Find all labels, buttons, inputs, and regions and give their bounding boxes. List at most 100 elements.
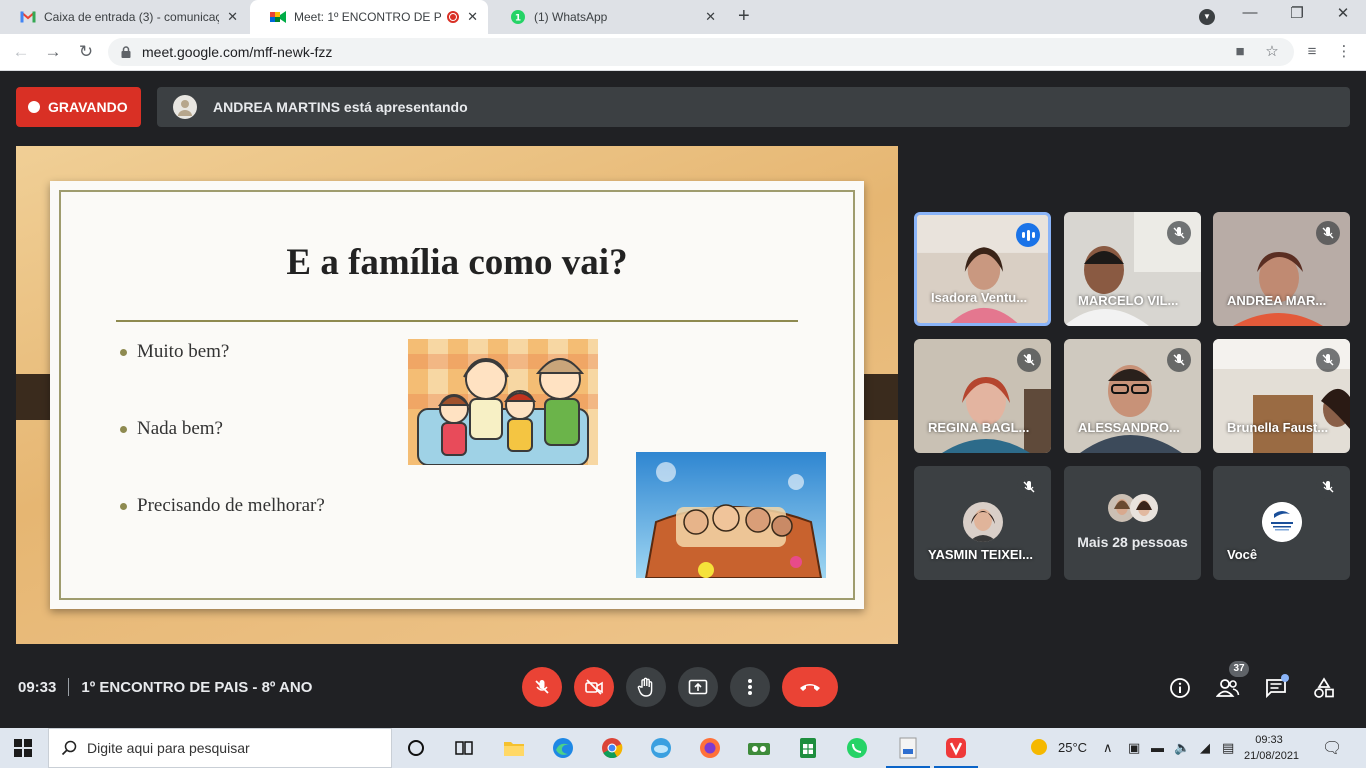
slide-bullet: Precisando de melhorar? [120,495,325,517]
windows-start-icon[interactable] [14,739,32,757]
participant-tile[interactable]: ALESSANDRO... [1064,339,1201,453]
minimize-icon[interactable]: — [1238,4,1262,21]
weather-temperature[interactable]: 25°C [1058,740,1087,755]
forward-icon[interactable]: → [42,41,64,63]
mic-off-icon [1316,221,1340,245]
leave-call-button[interactable] [782,667,838,707]
activities-button[interactable] [1312,676,1336,700]
participant-name: YASMIN TEIXEI... [928,547,1033,562]
sheets-icon[interactable] [796,736,820,760]
reload-icon[interactable]: ↻ [75,41,97,63]
browser-tab-strip: Caixa de entrada (3) - comunicação ✕ Mee… [0,0,1366,34]
unread-chat-dot [1281,674,1289,682]
new-tab-icon[interactable]: + [738,5,750,28]
meeting-time: 09:33 [18,678,57,696]
search-icon [61,740,77,756]
cortana-icon[interactable] [404,736,428,760]
camera-toggle-button[interactable] [574,667,614,707]
tab-title: Caixa de entrada (3) - comunicação [44,10,220,24]
system-clock[interactable]: 09:33 21/08/2021 [1244,732,1299,764]
slide-bullet: Nada bem? [120,418,223,440]
present-screen-icon [688,679,708,695]
close-tab-icon[interactable]: ✕ [705,9,716,25]
participant-name: Você [1227,547,1258,562]
meeting-info: 09:33 1º ENCONTRO DE PAIS - 8º ANO [18,678,312,696]
file-explorer-icon[interactable] [502,736,526,760]
participant-avatar [962,502,1003,542]
weather-sun-icon[interactable] [1030,738,1048,759]
tab-meet[interactable]: Meet: 1º ENCONTRO DE PAIS ✕ [250,0,488,34]
participant-tile[interactable]: ANDREA MAR... [1213,212,1350,326]
recording-badge[interactable]: GRAVANDO [16,87,141,127]
recording-dot-icon [28,101,40,113]
bookmark-star-icon[interactable]: ☆ [1263,43,1281,61]
firefox-icon[interactable] [698,736,722,760]
close-tab-icon[interactable]: ✕ [467,9,478,25]
tab-gmail[interactable]: Caixa de entrada (3) - comunicação ✕ [0,0,248,34]
self-tile[interactable]: Você [1213,466,1350,580]
recording-indicator-icon [447,11,460,23]
participant-name: MARCELO VIL... [1078,293,1179,308]
present-screen-button[interactable] [678,667,718,707]
more-menu-icon[interactable]: ⋮ [1335,43,1353,61]
taskbar-search-placeholder: Digite aqui para pesquisar [87,740,250,756]
participant-tile[interactable]: REGINA BAGL... [914,339,1051,453]
camera-permission-icon[interactable]: ■ [1231,43,1249,61]
close-window-icon[interactable]: ✕ [1331,4,1355,22]
participant-tile[interactable]: Isadora Ventu... [914,212,1051,326]
tab-title: (1) WhatsApp [534,10,608,24]
clock-time: 09:33 [1255,734,1283,746]
slide-title: E a família como vai? [286,242,628,283]
activities-icon [1314,677,1334,698]
extension-icon[interactable]: ≡ [1303,43,1321,61]
participant-tile[interactable]: MARCELO VIL... [1064,212,1201,326]
mic-off-icon [1017,475,1041,499]
meeting-details-button[interactable] [1168,676,1192,700]
presenter-bar: ANDREA MARTINS está apresentando [157,87,1350,127]
mic-toggle-button[interactable] [522,667,562,707]
edge-icon[interactable] [551,736,575,760]
app-icon[interactable] [747,736,771,760]
more-participants-tile[interactable]: Mais 28 pessoas [1064,466,1201,580]
participant-tile[interactable]: Brunella Faust... [1213,339,1350,453]
windows-taskbar: Digite aqui para pesquisar 25°C ∧ ▣ ▬ 🔈 … [0,728,1366,768]
lock-icon [121,46,131,58]
notifications-icon[interactable]: 🗨 [1322,738,1342,758]
tab-search-icon[interactable]: ▼ [1199,9,1215,25]
vivaldi-icon[interactable] [934,736,978,768]
task-view-icon[interactable] [452,736,476,760]
mic-off-icon [1167,221,1191,245]
tray-app-icon[interactable]: ▤ [1222,740,1234,756]
presentation-area: E a família como vai? Muito bem? Nada be… [16,146,898,644]
volume-icon[interactable]: 🔈 [1174,740,1190,756]
raise-hand-button[interactable] [626,667,666,707]
participants-button[interactable] [1216,676,1240,700]
people-icon [1216,679,1240,697]
participant-name: ANDREA MAR... [1227,293,1327,308]
weather-app-icon[interactable] [649,736,673,760]
address-bar[interactable]: meet.google.com/mff-newk-fzz [108,38,1294,66]
tab-whatsapp[interactable]: 1 (1) WhatsApp ✕ [490,0,726,34]
restore-icon[interactable]: ❐ [1285,4,1309,22]
document-app-icon[interactable] [886,736,930,768]
self-avatar [1261,502,1302,542]
url-text: meet.google.com/mff-newk-fzz [142,44,333,60]
mic-off-icon [1167,348,1191,372]
taskbar-search-box[interactable]: Digite aqui para pesquisar [48,728,392,768]
battery-icon[interactable]: ▬ [1151,740,1164,755]
whatsapp-taskbar-icon[interactable] [845,736,869,760]
svg-text:1: 1 [515,14,521,24]
tab-title: Meet: 1º ENCONTRO DE PAIS [294,10,441,24]
participant-name: Brunella Faust... [1227,420,1329,435]
more-options-button[interactable] [730,667,770,707]
participant-tile[interactable]: YASMIN TEIXEI... [914,466,1051,580]
back-icon[interactable]: ← [10,41,32,63]
family-cartoon-image [408,339,598,465]
tray-app-icon[interactable]: ▣ [1128,740,1140,756]
close-tab-icon[interactable]: ✕ [227,9,238,25]
tray-expand-icon[interactable]: ∧ [1103,740,1113,756]
wifi-icon[interactable]: ◢ [1200,740,1210,756]
meeting-title: 1º ENCONTRO DE PAIS - 8º ANO [81,678,313,696]
whatsapp-icon: 1 [510,9,526,25]
chrome-icon[interactable] [600,736,624,760]
